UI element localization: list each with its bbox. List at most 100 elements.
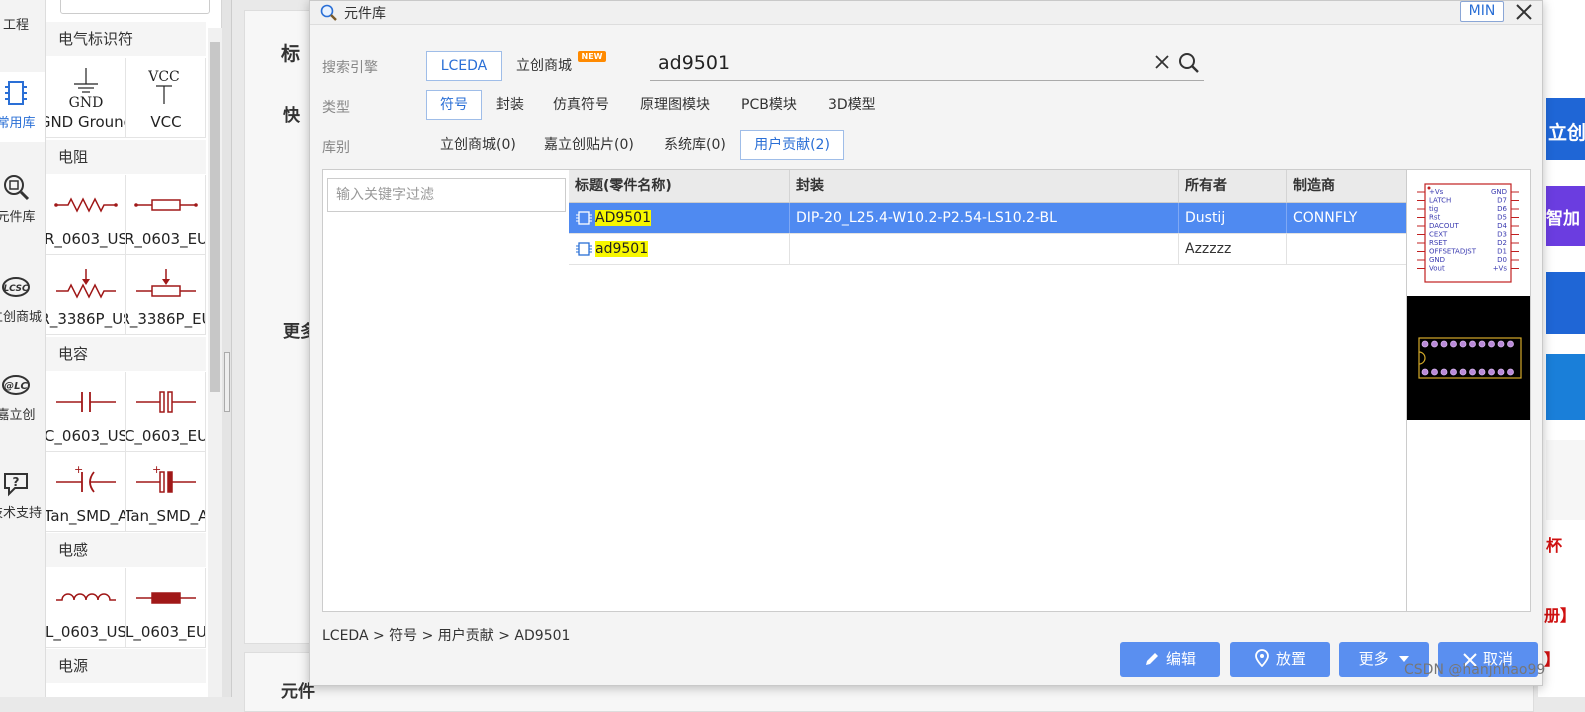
- edit-button[interactable]: 编辑: [1120, 642, 1220, 677]
- symbol-cell-inductor-eu[interactable]: L_0603_EU: [126, 568, 206, 648]
- dialog-titlebar[interactable]: 元件库 MIN: [310, 1, 1542, 25]
- vcc-glyph: VCC: [147, 69, 180, 85]
- ad-banner[interactable]: 立创: [1546, 98, 1585, 160]
- rail-item-lcsc-mall[interactable]: LCSC 立创商城: [0, 272, 45, 325]
- symbol-cell-resistor-eu[interactable]: R_0603_EU: [126, 175, 206, 255]
- search-input[interactable]: [658, 49, 1138, 77]
- svg-text:LCSC: LCSC: [3, 284, 29, 294]
- edit-label: 编辑: [1165, 650, 1196, 668]
- symbol-cell-resistor-us[interactable]: R_0603_US: [46, 175, 126, 255]
- location-pin-icon: [1255, 649, 1269, 668]
- category-header[interactable]: 电源: [46, 649, 206, 683]
- ad-banner[interactable]: [1546, 272, 1585, 334]
- footprint-pad: [1431, 368, 1438, 376]
- footprint-pad: [1421, 368, 1429, 376]
- capacitor-eu-icon: [136, 391, 196, 413]
- category-header[interactable]: 电气标识符: [46, 22, 206, 56]
- dialog-title: 元件库: [344, 6, 386, 22]
- symbol-label: L_0603_EU: [126, 623, 206, 641]
- category-header[interactable]: 电阻: [46, 140, 206, 174]
- new-badge: NEW: [578, 51, 606, 62]
- place-button[interactable]: 放置: [1230, 642, 1330, 677]
- ad-banner[interactable]: [1546, 354, 1585, 420]
- table-row[interactable]: AD9501 DIP-20_L25.4-W10.2-P2.54-LS10.2-B…: [569, 203, 1406, 234]
- column-header-title[interactable]: 标题(零件名称): [569, 170, 790, 203]
- svg-text:+: +: [152, 463, 161, 476]
- results-table: 标题(零件名称) 封装 所有者 制造商 AD9501 DIP-20_L25.4-…: [569, 169, 1407, 612]
- close-icon[interactable]: [1512, 1, 1536, 23]
- type-tab-pcb-module[interactable]: PCB模块: [733, 90, 805, 120]
- chip-icon: [5, 81, 27, 105]
- footprint-pad: [1459, 340, 1467, 348]
- category-label: 电容: [58, 345, 89, 363]
- table-row[interactable]: ad9501 Azzzzz: [569, 234, 1406, 265]
- pin-label: GND: [1491, 188, 1507, 196]
- symbol-cell-gnd[interactable]: GND GND Ground: [46, 58, 126, 138]
- symbol-cell-inductor-us[interactable]: L_0603_US: [46, 568, 126, 648]
- type-tab-symbol[interactable]: 符号: [426, 90, 482, 120]
- symbol-label: Tan_SMD_A: [126, 507, 206, 525]
- lib-tab-jlc-smt[interactable]: 嘉立创贴片(0): [536, 130, 642, 160]
- symbol-preview: +Vs GND LATCH D7 tig D6 Rst D5 DACOUT D4 CEXT D3 RSE…: [1417, 183, 1519, 283]
- search-field[interactable]: [650, 47, 1204, 81]
- engine-tab-lcsc[interactable]: 立创商城: [508, 51, 580, 81]
- rail-item-tech-support[interactable]: ? 技术支持: [0, 468, 45, 521]
- jlc-logo-icon: @LC: [2, 375, 30, 395]
- filter-input[interactable]: [327, 178, 566, 212]
- breadcrumb: LCEDA > 符号 > 用户贡献 > AD9501: [322, 628, 571, 644]
- rail-item-jlc[interactable]: @LC 嘉立创: [0, 370, 45, 423]
- rail-label: 嘉立创: [0, 408, 36, 423]
- category-label: 电气标识符: [58, 30, 134, 48]
- lib-tab-user-contrib[interactable]: 用户贡献(2): [740, 130, 844, 160]
- column-header-package[interactable]: 封装: [790, 170, 1179, 203]
- bg-heading: 标: [281, 43, 301, 65]
- category-header[interactable]: 电感: [46, 533, 206, 567]
- ad-text: 杯: [1546, 536, 1563, 555]
- help-bubble-icon: ?: [4, 473, 28, 497]
- lib-tab-system[interactable]: 系统库(0): [656, 130, 734, 160]
- pin-label: D4: [1497, 222, 1507, 230]
- column-header-manufacturer[interactable]: 制造商: [1287, 170, 1406, 203]
- rail-label: 立创商城: [0, 310, 42, 325]
- engine-tab-lceda[interactable]: LCEDA: [426, 51, 502, 81]
- lib-tab-lcsc[interactable]: 立创商城(0): [432, 130, 524, 160]
- symbol-cell-cap-us[interactable]: C_0603_US: [46, 372, 126, 452]
- rail-item-project[interactable]: 工程: [0, 14, 45, 33]
- symbol-library-panel: 电气标识符 GND GND Ground VCC VCC 电阻 R_0603_U…: [46, 0, 222, 697]
- symbol-cell-tantalum-1[interactable]: + Tan_SMD_A: [46, 452, 126, 532]
- symbol-search-box[interactable]: [60, 0, 210, 14]
- scroll-thumb[interactable]: [210, 42, 220, 392]
- symbol-label: C_0603_US: [46, 427, 126, 445]
- ad-banner[interactable]: 杯: [1546, 440, 1585, 555]
- minimize-button[interactable]: MIN: [1460, 1, 1504, 22]
- symbol-cell-vcc[interactable]: VCC VCC: [126, 58, 206, 138]
- capacitor-us-icon: [56, 392, 116, 412]
- symbol-cell-pot-eu[interactable]: R_3386P_EU: [126, 255, 206, 335]
- column-header-owner[interactable]: 所有者: [1179, 170, 1287, 203]
- footprint-pad: [1497, 368, 1505, 376]
- collapse-handle[interactable]: [224, 352, 230, 412]
- type-tab-footprint[interactable]: 封装: [488, 90, 532, 120]
- symbol-cell-cap-eu[interactable]: C_0603_EU: [126, 372, 206, 452]
- search-icon[interactable]: [1178, 52, 1200, 74]
- symbol-library-scrollbar[interactable]: [208, 28, 222, 697]
- pin-label: D3: [1497, 231, 1507, 239]
- type-tab-3d-model[interactable]: 3D模型: [820, 90, 884, 120]
- library-label: 库别: [322, 140, 350, 156]
- symbol-cell-pot-us[interactable]: R_3386P_US: [46, 255, 126, 335]
- cell-title: AD9501: [569, 203, 790, 233]
- ad-banner[interactable]: 智加: [1546, 186, 1585, 246]
- clear-icon[interactable]: [1153, 53, 1171, 71]
- type-tab-schematic-module[interactable]: 原理图模块: [632, 90, 718, 120]
- potentiometer-us-icon: [56, 269, 116, 299]
- pin-label: +Vs: [1429, 188, 1444, 196]
- symbol-label: VCC: [150, 113, 182, 131]
- ad-strip: 立创 智加 杯 册】 】: [1538, 0, 1585, 697]
- rail-item-common-library[interactable]: 常用库: [0, 72, 45, 142]
- rail-item-component-library[interactable]: 元件库: [0, 172, 45, 225]
- type-tab-sim-symbol[interactable]: 仿真符号: [545, 90, 617, 120]
- category-header[interactable]: 电容: [46, 337, 206, 371]
- panel-splitter[interactable]: [222, 0, 232, 697]
- symbol-cell-tantalum-2[interactable]: + Tan_SMD_A: [126, 452, 206, 532]
- component-library-dialog: 元件库 MIN 搜索引擎 LCEDA 立创商城 NEW 类型 符号 封装 仿真符…: [309, 0, 1543, 686]
